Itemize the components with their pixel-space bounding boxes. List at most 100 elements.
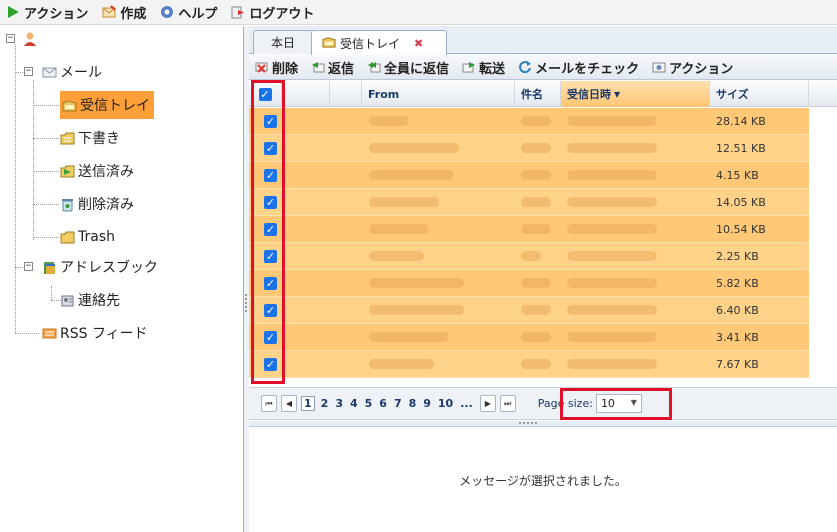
horizontal-splitter[interactable]	[249, 421, 837, 427]
page-link[interactable]: 8	[409, 397, 417, 410]
blurred-date	[567, 197, 657, 207]
tree-node-contacts[interactable]: 連絡先	[60, 288, 120, 312]
blurred-from	[369, 251, 424, 261]
contacts-icon	[60, 293, 75, 308]
help-menu[interactable]: ヘルプ	[154, 0, 225, 25]
table-row[interactable]: ✓ 28.14 KB	[249, 108, 809, 135]
grid-header-received[interactable]: 受信日時 ▼	[561, 81, 710, 107]
first-page-icon: ⏮	[265, 398, 273, 408]
tree-line	[33, 237, 59, 238]
check-mail-button[interactable]: メールをチェック	[512, 55, 646, 80]
first-page-button[interactable]: ⏮	[261, 395, 277, 412]
tree-line	[33, 138, 59, 139]
row-size: 2.25 KB	[716, 250, 759, 263]
toolbar-action-button[interactable]: アクション	[646, 55, 740, 80]
help-menu-label: ヘルプ	[178, 6, 218, 22]
table-row[interactable]: ✓ 3.41 KB	[249, 324, 809, 351]
page-link[interactable]: 7	[394, 397, 402, 410]
last-page-button[interactable]: ⏭	[499, 395, 516, 412]
reply-all-button[interactable]: 全員に返信	[361, 55, 456, 80]
tree-node-inbox-label: 受信トレイ	[80, 98, 150, 114]
page-link[interactable]: 5	[365, 397, 373, 410]
logout-menu[interactable]: ログアウト	[225, 0, 322, 25]
table-row[interactable]: ✓ 10.54 KB	[249, 216, 809, 243]
close-icon[interactable]: ✖	[414, 37, 423, 50]
reply-button[interactable]: 返信	[305, 55, 361, 80]
tree-node-rss[interactable]: RSS フィード	[42, 321, 148, 345]
row-size: 7.67 KB	[716, 358, 759, 371]
root-expand-toggle[interactable]: −	[6, 34, 15, 43]
addressbook-expand-toggle[interactable]: −	[24, 262, 33, 271]
table-row[interactable]: ✓ 7.67 KB	[249, 351, 809, 378]
forward-icon	[462, 60, 476, 74]
action-menu[interactable]: アクション	[0, 0, 96, 25]
row-size: 12.51 KB	[716, 142, 766, 155]
tab-today[interactable]: 本日	[253, 30, 313, 54]
blurred-subject	[521, 332, 551, 342]
grid-header-from-label: From	[368, 87, 400, 101]
delete-button[interactable]: 削除	[249, 55, 305, 80]
blurred-subject	[521, 170, 551, 180]
mail-expand-toggle[interactable]: −	[24, 67, 33, 76]
blurred-date	[567, 332, 657, 342]
grid-header-subject-label: 件名	[521, 88, 543, 101]
page-link[interactable]: 4	[350, 397, 358, 410]
tree-node-inbox[interactable]: 受信トレイ	[60, 91, 154, 119]
blurred-date	[567, 224, 657, 234]
tree-node-addressbook[interactable]: アドレスブック	[42, 255, 158, 279]
tree-node-trash[interactable]: Trash	[60, 225, 115, 249]
blurred-from	[369, 116, 409, 126]
page-link-ellipsis[interactable]: ...	[460, 397, 473, 410]
page-link[interactable]: 3	[335, 397, 343, 410]
delete-icon	[255, 60, 269, 74]
next-page-button[interactable]: ▶	[479, 395, 496, 412]
tree-node-drafts[interactable]: 下書き	[60, 126, 120, 150]
blurred-date	[567, 305, 657, 315]
grid-header-flag[interactable]	[330, 81, 362, 107]
blurred-date	[567, 359, 657, 369]
tree-line	[33, 105, 59, 106]
blurred-date	[567, 251, 657, 261]
blurred-subject	[521, 116, 551, 126]
mail-pane: 本日 受信トレイ ✖ 削除 返信 全員に返信 転送 メールをチェック アクション…	[249, 26, 837, 532]
grid-header-received-label: 受信日時	[567, 88, 611, 101]
tree-node-deleted[interactable]: 削除済み	[60, 192, 134, 216]
grid-header-attachment[interactable]	[282, 81, 330, 107]
blurred-from	[369, 278, 464, 288]
compose-menu[interactable]: 作成	[96, 0, 154, 25]
prev-page-icon: ◀	[285, 399, 293, 408]
forward-button[interactable]: 転送	[456, 55, 512, 80]
next-page-icon: ▶	[484, 399, 491, 408]
grid-header-subject[interactable]: 件名	[515, 81, 561, 107]
sent-folder-icon	[60, 164, 75, 179]
tree-node-sent[interactable]: 送信済み	[60, 159, 134, 183]
compose-menu-label: 作成	[120, 6, 147, 22]
compose-icon	[102, 5, 117, 19]
row-size: 6.40 KB	[716, 304, 759, 317]
grid-header-from[interactable]: From	[362, 81, 515, 107]
table-row[interactable]: ✓ 4.15 KB	[249, 162, 809, 189]
table-row[interactable]: ✓ 6.40 KB	[249, 297, 809, 324]
refresh-icon	[518, 60, 532, 74]
tree-line	[33, 204, 59, 205]
blurred-subject	[521, 305, 551, 315]
prev-page-button[interactable]: ◀	[281, 395, 297, 412]
help-icon	[160, 5, 174, 19]
page-link[interactable]: 9	[423, 397, 431, 410]
message-grid: ✓ From 件名 受信日時 ▼ サイズ ✓ 28.14 KB ✓ 12.51 …	[249, 81, 837, 383]
table-row[interactable]: ✓ 14.05 KB	[249, 189, 809, 216]
page-link[interactable]: 6	[379, 397, 387, 410]
table-row[interactable]: ✓ 2.25 KB	[249, 243, 809, 270]
page-link[interactable]: 1	[301, 396, 315, 411]
grid-header-size[interactable]: サイズ	[710, 81, 809, 107]
table-row[interactable]: ✓ 5.82 KB	[249, 270, 809, 297]
tab-inbox[interactable]: 受信トレイ ✖	[311, 30, 447, 55]
folder-icon	[60, 230, 75, 245]
tree-node-mail[interactable]: メール	[42, 60, 102, 84]
table-row[interactable]: ✓ 12.51 KB	[249, 135, 809, 162]
grid-rows: ✓ 28.14 KB ✓ 12.51 KB ✓ 4.15 KB ✓ 14.05 …	[249, 108, 809, 380]
rss-feed-icon	[42, 326, 57, 341]
page-link[interactable]: 10	[438, 397, 453, 410]
page-link[interactable]: 2	[321, 397, 329, 410]
delete-button-label: 削除	[272, 61, 299, 77]
